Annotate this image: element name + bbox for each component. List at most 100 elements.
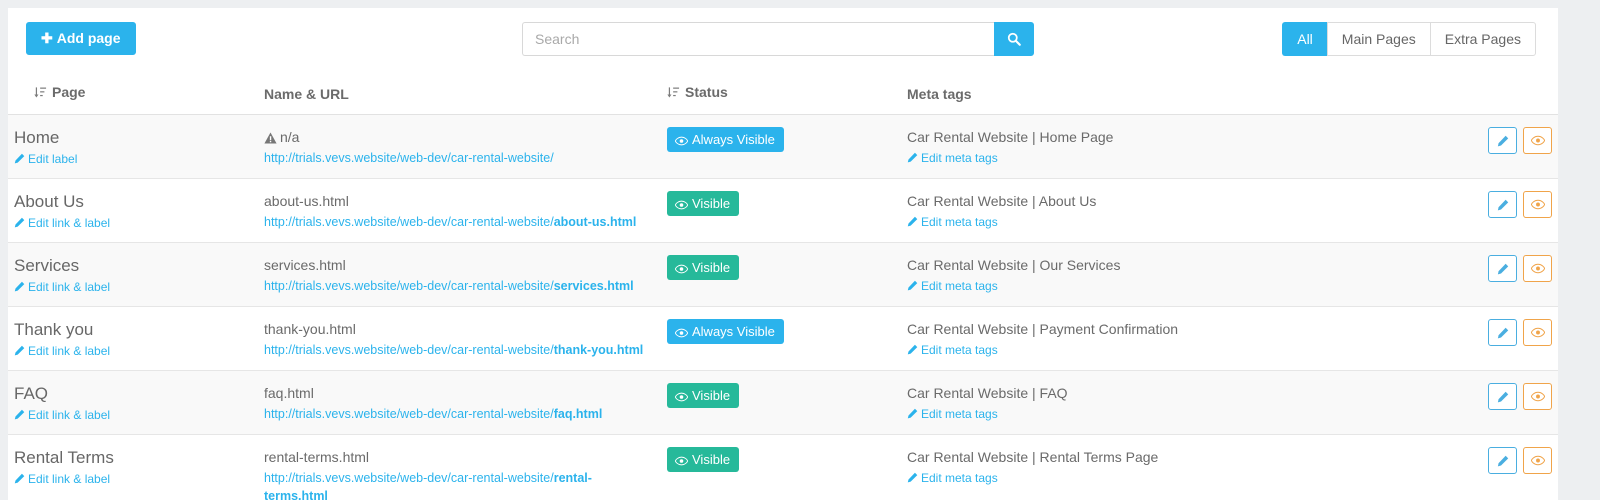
pencil-icon [907,216,918,227]
eye-icon [674,328,689,338]
cell-name-url: n/a http://trials.vevs.website/web-dev/ca… [258,115,661,179]
eye-icon [1530,327,1545,338]
status-badge[interactable]: Visible [667,255,740,280]
page-url-link[interactable]: http://trials.vevs.website/web-dev/car-r… [264,471,592,500]
cell-actions [1411,370,1558,435]
meta-title: Car Rental Website | Rental Terms Page [907,449,1159,465]
status-badge[interactable]: Always Visible [667,319,784,344]
meta-title: Car Rental Website | Payment Confirmatio… [907,321,1179,337]
add-page-label: Add page [56,30,121,46]
meta-title: Car Rental Website | Home Page [907,129,1114,145]
edit-label-link[interactable]: Edit link & label [14,344,110,358]
column-header-status[interactable]: Status [661,80,901,115]
edit-label-link[interactable]: Edit link & label [14,280,110,294]
cell-name-url: about-us.html http://trials.vevs.website/… [258,178,661,243]
page-url-link[interactable]: http://trials.vevs.website/web-dev/car-r… [264,279,634,293]
cell-page: FAQ Edit link & label [8,370,258,435]
edit-page-button[interactable] [1488,255,1517,282]
cell-name-url: faq.html http://trials.vevs.website/web-d… [258,370,661,435]
pencil-icon [1497,327,1508,338]
preview-page-button[interactable] [1523,127,1552,154]
page-url-link[interactable]: http://trials.vevs.website/web-dev/car-r… [264,343,643,357]
pencil-icon [14,153,25,164]
cell-page: Services Edit link & label [8,242,258,307]
edit-label-link[interactable]: Edit link & label [14,216,110,230]
edit-meta-tags-link[interactable]: Edit meta tags [907,215,998,229]
warning-icon [264,132,277,144]
edit-label-link[interactable]: Edit link & label [14,408,110,422]
page-url-link[interactable]: http://trials.vevs.website/web-dev/car-r… [264,407,602,421]
page-title: Home [14,128,60,147]
pencil-icon [1497,135,1508,146]
status-badge-label: Visible [692,452,731,467]
search-input[interactable] [522,22,994,56]
search-button[interactable] [994,22,1034,56]
status-badge[interactable]: Visible [667,191,740,216]
edit-meta-tags-link[interactable]: Edit meta tags [907,279,998,293]
filter-button-group: All Main Pages Extra Pages [1282,22,1536,56]
eye-icon [674,136,689,146]
preview-page-button[interactable] [1523,319,1552,346]
edit-page-button[interactable] [1488,447,1517,474]
column-header-page[interactable]: Page [8,80,258,115]
pencil-icon [14,473,25,484]
preview-page-button[interactable] [1523,383,1552,410]
table-header: Page Name & URL Status Meta tags [8,80,1558,115]
meta-title: Car Rental Website | About Us [907,193,1097,209]
cell-meta-tags: Car Rental Website | About Us Edit meta t… [901,178,1411,243]
preview-page-button[interactable] [1523,447,1552,474]
meta-title: Car Rental Website | Our Services [907,257,1121,273]
status-badge-label: Visible [692,196,731,211]
cell-name-url: services.html http://trials.vevs.website/… [258,242,661,307]
page-filename: faq.html [264,383,655,403]
page-title: Rental Terms [14,448,114,467]
page-title: About Us [14,192,84,211]
status-badge[interactable]: Visible [667,383,740,408]
page-url-link[interactable]: http://trials.vevs.website/web-dev/car-r… [264,215,636,229]
edit-label-link[interactable]: Edit label [14,152,77,166]
table-row: About Us Edit link & label about-us.html ht… [8,178,1558,243]
edit-meta-tags-link[interactable]: Edit meta tags [907,151,998,165]
page-url-file: thank-you.html [553,343,644,357]
pencil-icon [907,152,918,163]
edit-meta-tags-link[interactable]: Edit meta tags [907,471,998,485]
cell-page: Home Edit label [8,115,258,179]
page-url-base: http://trials.vevs.website/web-dev/car-r… [264,215,554,229]
edit-meta-tags-text: Edit meta tags [921,215,998,229]
page-title: Services [14,256,80,275]
cell-actions [1411,115,1558,179]
edit-page-button[interactable] [1488,191,1517,218]
cell-actions [1411,178,1558,243]
filter-main-pages[interactable]: Main Pages [1326,22,1430,56]
edit-label-link[interactable]: Edit link & label [14,472,110,486]
status-badge[interactable]: Visible [667,447,740,472]
edit-page-button[interactable] [1488,383,1517,410]
preview-page-button[interactable] [1523,191,1552,218]
edit-meta-tags-text: Edit meta tags [921,279,998,293]
sort-icon [34,86,47,102]
page-filename-text: services.html [264,257,346,273]
pencil-icon [1497,455,1508,466]
table-row: Thank you Edit link & label thank-you.html… [8,306,1558,371]
preview-page-button[interactable] [1523,255,1552,282]
page-url-link[interactable]: http://trials.vevs.website/web-dev/car-r… [264,151,554,165]
add-page-button[interactable]: ✚ Add page [26,22,136,55]
cell-actions [1411,306,1558,371]
filter-extra-pages[interactable]: Extra Pages [1429,22,1536,56]
table-header-row: Page Name & URL Status Meta tags [8,80,1558,115]
edit-meta-tags-text: Edit meta tags [921,151,998,165]
edit-meta-tags-link[interactable]: Edit meta tags [907,407,998,421]
toolbar: ✚Add page All Main Pages Extra Pages [8,8,1558,80]
edit-page-button[interactable] [1488,127,1517,154]
status-badge[interactable]: Always Visible [667,127,784,152]
status-badge-label: Visible [692,388,731,403]
edit-meta-tags-link[interactable]: Edit meta tags [907,343,998,357]
status-badge-label: Always Visible [692,324,775,339]
edit-page-button[interactable] [1488,319,1517,346]
sort-icon [667,86,680,102]
table-row: FAQ Edit link & label faq.html http://trial… [8,370,1558,435]
eye-icon [674,456,689,466]
filter-all[interactable]: All [1282,22,1327,56]
cell-actions [1411,242,1558,307]
eye-icon [1530,199,1545,210]
